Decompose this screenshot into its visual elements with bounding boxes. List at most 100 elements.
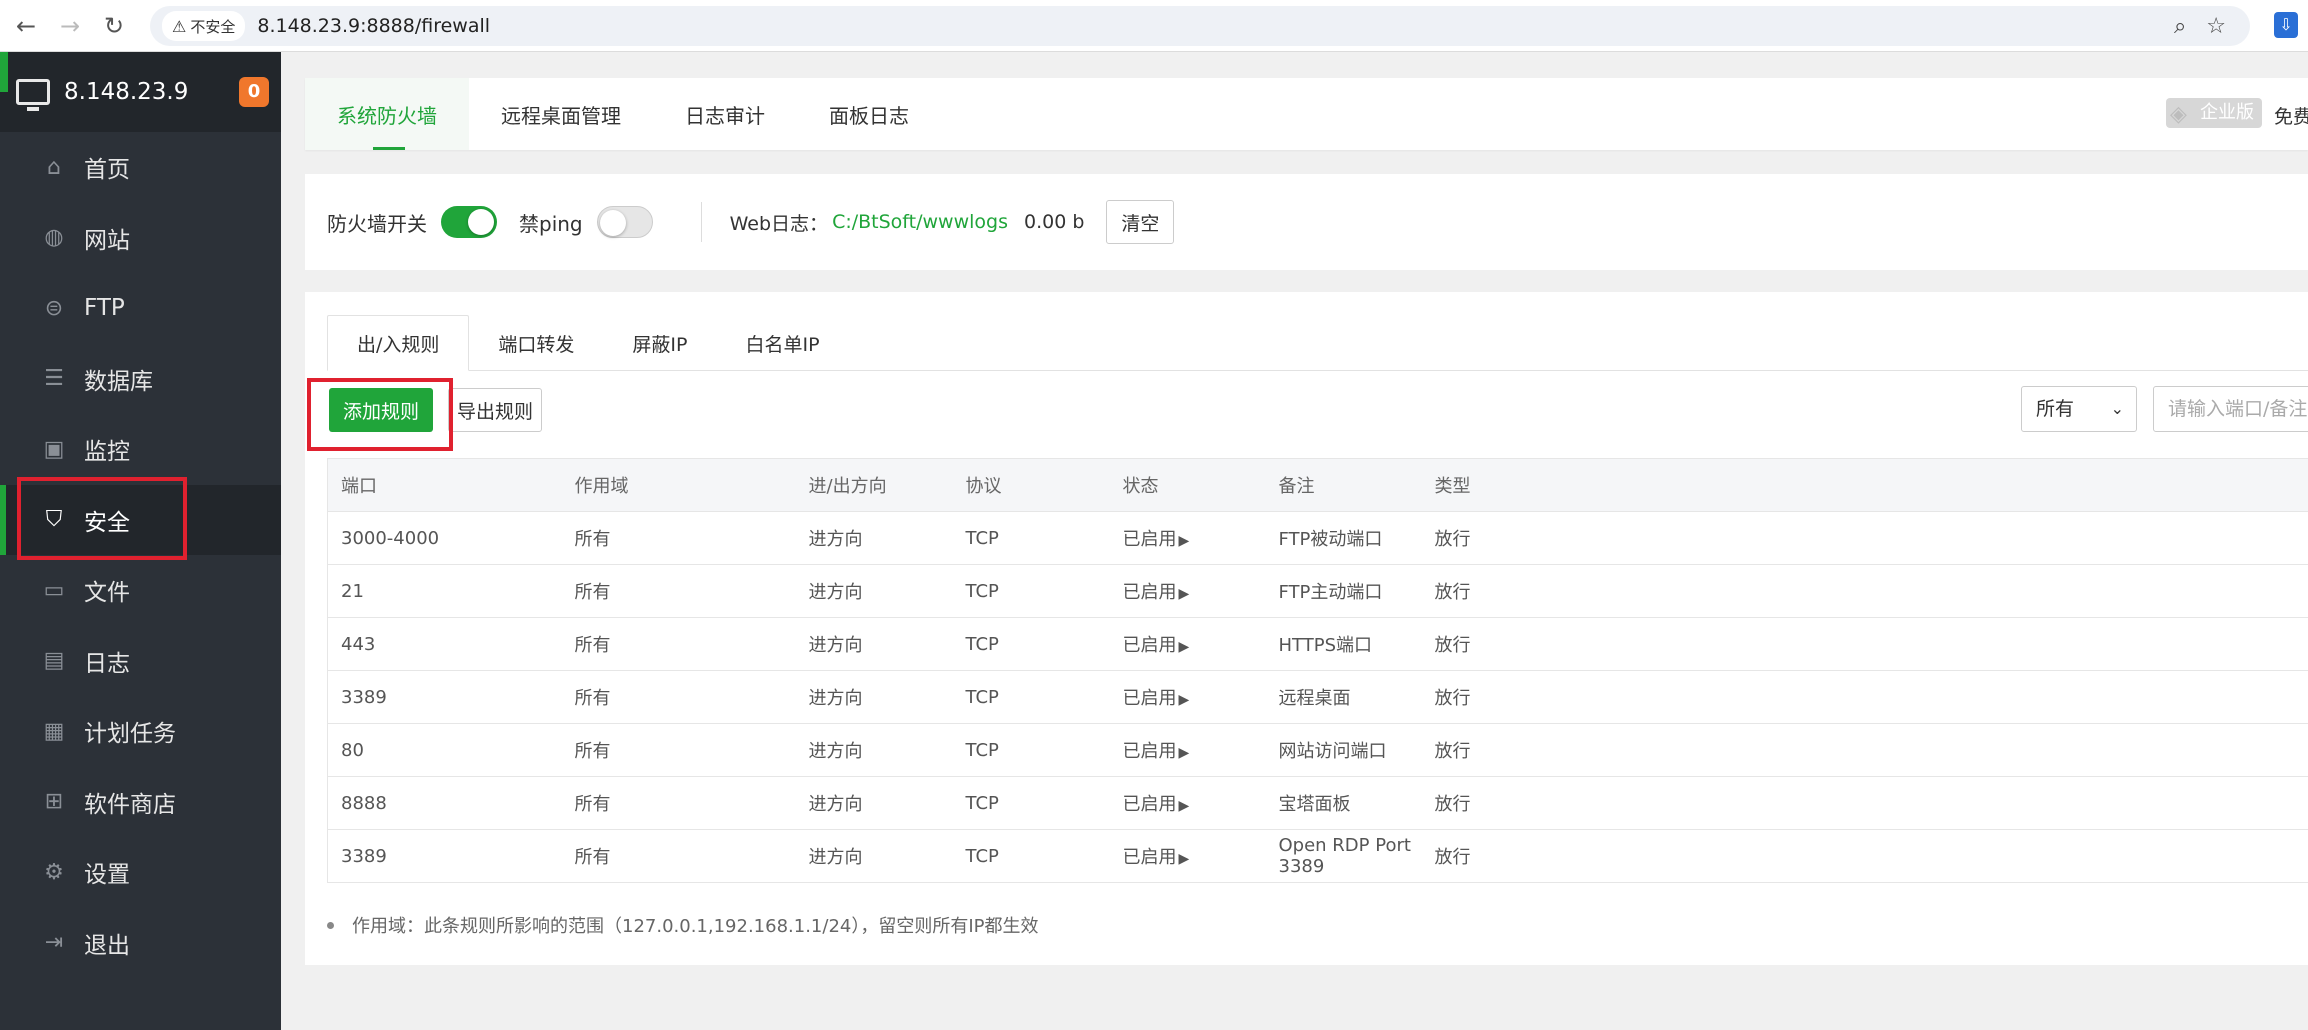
status-toggle[interactable]: 已启用 ▶ [1109, 617, 1266, 671]
status-toggle[interactable]: 已启用 ▶ [1109, 670, 1266, 724]
cell-remark[interactable]: Open RDP Port 3389 [1265, 829, 1422, 883]
notification-badge[interactable]: 0 [239, 77, 269, 107]
tab-remote-desktop[interactable]: 远程桌面管理 [469, 78, 653, 150]
status-toggle[interactable]: 已启用 ▶ [1109, 723, 1266, 777]
server-header[interactable]: 8.148.23.9 0 [0, 52, 281, 132]
sidebar-item-settings[interactable]: ⚙ 设置 [0, 837, 281, 908]
cell-scope: 所有 [561, 564, 796, 618]
main-content: 系统防火墙 远程桌面管理 日志审计 面板日志 ◈ 企业版 免费 防火墙开关 禁p… [281, 52, 2308, 1030]
sidebar-item-store[interactable]: ⊞ 软件商店 [0, 767, 281, 838]
highlight-box-add-rule [307, 378, 453, 451]
sidebar-item-label: 计划任务 [84, 721, 176, 748]
cell-remark[interactable]: 网站访问端口 [1265, 723, 1422, 777]
cell-type: 放行 [1421, 564, 2308, 618]
export-rules-button[interactable]: 导出规则 [448, 388, 543, 432]
cell-scope: 所有 [561, 670, 796, 724]
sidebar-item-label: 首页 [84, 157, 130, 184]
sidebar-item-monitor[interactable]: ▣ 监控 [0, 414, 281, 485]
tab-port-forward[interactable]: 端口转发 [469, 315, 603, 371]
sidebar-item-label: FTP [84, 295, 125, 322]
status-toggle[interactable]: 已启用 ▶ [1109, 564, 1266, 618]
chevron-down-icon: ⌄ [2110, 399, 2124, 418]
sidebar-item-ftp[interactable]: ⊜ FTP [0, 273, 281, 344]
logout-icon: ⇥ [44, 930, 64, 956]
cell-direction: 进方向 [795, 670, 953, 724]
weblog-path-link[interactable]: C:/BtSoft/wwwlogs [832, 211, 1008, 233]
sidebar-item-logs[interactable]: ▤ 日志 [0, 626, 281, 697]
globe-icon: ◍ [44, 225, 64, 251]
monitor-chart-icon: ▣ [43, 436, 65, 462]
search-input[interactable] [2153, 386, 2308, 432]
cell-remark[interactable]: 宝塔面板 [1265, 776, 1422, 830]
tab-panel-log[interactable]: 面板日志 [797, 78, 941, 150]
sidebar-item-home[interactable]: ⌂ 首页 [0, 132, 281, 203]
cell-protocol: TCP [952, 723, 1110, 777]
enterprise-badge[interactable]: ◈ 企业版 [2166, 98, 2262, 128]
back-icon[interactable]: ← [8, 8, 44, 44]
status-toggle[interactable]: 已启用 ▶ [1109, 511, 1266, 565]
cell-protocol: TCP [952, 564, 1110, 618]
tab-block-ip[interactable]: 屏蔽IP [603, 315, 716, 371]
cell-scope: 所有 [561, 511, 796, 565]
divider [700, 202, 702, 242]
forward-icon[interactable]: → [52, 8, 88, 44]
firewall-switch-label: 防火墙开关 [327, 211, 427, 236]
cell-direction: 进方向 [795, 723, 953, 777]
cell-remark[interactable]: FTP主动端口 [1265, 564, 1422, 618]
clear-log-button[interactable]: 清空 [1106, 200, 1175, 244]
cell-direction: 进方向 [795, 617, 953, 671]
cell-scope: 所有 [561, 723, 796, 777]
free-label[interactable]: 免费 [2274, 102, 2308, 129]
cell-remark[interactable]: HTTPS端口 [1265, 617, 1422, 671]
apps-icon: ⊞ [44, 789, 64, 815]
sidebar-item-logout[interactable]: ⇥ 退出 [0, 908, 281, 979]
cell-type: 放行 [1421, 829, 2308, 883]
insecure-badge[interactable]: ⚠ 不安全 [162, 11, 246, 41]
tab-log-audit[interactable]: 日志审计 [653, 78, 797, 150]
column-header: 端口 [327, 458, 562, 512]
table-row: 3389 所有 进方向 TCP 已启用 ▶ 远程桌面 放行 [327, 670, 2308, 724]
url-text[interactable]: 8.148.23.9:8888/firewall [257, 15, 490, 37]
ftp-icon: ⊜ [44, 295, 64, 321]
column-header: 类型 [1421, 458, 2308, 512]
gear-icon: ⚙ [44, 859, 64, 885]
cell-protocol: TCP [952, 829, 1110, 883]
enterprise-label: 企业版 [2200, 102, 2254, 123]
cell-remark[interactable]: 远程桌面 [1265, 670, 1422, 724]
sidebar-item-files[interactable]: ▭ 文件 [0, 555, 281, 626]
tab-whitelist-ip[interactable]: 白名单IP [716, 315, 848, 371]
rules-card: 出/入规则 端口转发 屏蔽IP 白名单IP 添加规则 导出规则 所有 ⌄ 端口 … [305, 292, 2308, 965]
filter-select[interactable]: 所有 ⌄ [2021, 386, 2137, 432]
play-icon: ▶ [1178, 639, 1190, 655]
sidebar-item-cron[interactable]: ▦ 计划任务 [0, 696, 281, 767]
star-icon[interactable]: ☆ [2206, 14, 2226, 39]
tab-system-firewall[interactable]: 系统防火墙 [305, 78, 469, 150]
column-header: 作用域 [561, 458, 796, 512]
tab-inout-rules[interactable]: 出/入规则 [327, 315, 470, 371]
status-toggle[interactable]: 已启用 ▶ [1109, 776, 1266, 830]
cell-port: 8888 [327, 776, 562, 830]
cell-remark[interactable]: FTP被动端口 [1265, 511, 1422, 565]
diamond-icon: ◈ [2170, 102, 2187, 127]
reload-icon[interactable]: ↻ [96, 8, 132, 44]
status-label: 已启用 [1122, 582, 1177, 603]
scope-help-text: 作用域：此条规则所影响的范围（127.0.0.1,192.168.1.1/24）… [352, 916, 1039, 937]
sidebar-item-database[interactable]: ☰ 数据库 [0, 344, 281, 415]
sidebar-item-label: 退出 [84, 932, 130, 959]
sidebar-item-label: 日志 [84, 650, 130, 677]
warning-icon: ⚠ [172, 16, 187, 36]
scope-help-note: 作用域：此条规则所影响的范围（127.0.0.1,192.168.1.1/24）… [327, 912, 1039, 938]
download-extension-icon[interactable]: ⇩ [2274, 12, 2298, 38]
cell-direction: 进方向 [795, 776, 953, 830]
cell-direction: 进方向 [795, 511, 953, 565]
ping-toggle[interactable] [596, 206, 653, 238]
address-bar[interactable]: ⚠ 不安全 8.148.23.9:8888/firewall ⌕ ☆ [150, 6, 2250, 46]
status-toggle[interactable]: 已启用 ▶ [1109, 829, 1266, 883]
cell-protocol: TCP [952, 670, 1110, 724]
zoom-icon[interactable]: ⌕ [2174, 14, 2186, 39]
firewall-toggle[interactable] [441, 206, 497, 238]
sidebar-item-website[interactable]: ◍ 网站 [0, 203, 281, 274]
play-icon: ▶ [1178, 798, 1190, 814]
sidebar-item-label: 监控 [84, 439, 130, 466]
cell-type: 放行 [1421, 776, 2308, 830]
